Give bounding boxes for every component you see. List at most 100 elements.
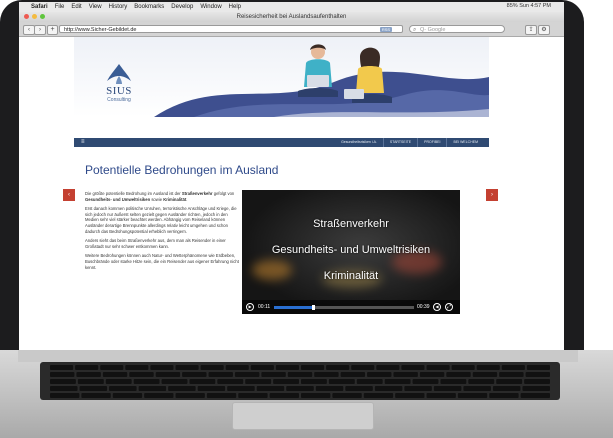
rss-badge[interactable]: RSS xyxy=(380,27,392,32)
keyboard-key xyxy=(356,379,383,384)
keyboard-key xyxy=(50,379,76,384)
keyboard-key xyxy=(345,386,373,391)
paragraph-intro: Die größte potentielle Bedrohung im Ausl… xyxy=(85,191,235,202)
keyboard-key xyxy=(314,372,339,377)
window-titlebar: Reisesicherheit bei Auslandsaufenthalten xyxy=(19,12,564,22)
progress-handle[interactable] xyxy=(312,305,316,310)
keyboard-key xyxy=(144,393,174,398)
video-caption-traffic: Straßenverkehr xyxy=(313,218,389,230)
zoom-window-button[interactable] xyxy=(40,14,45,19)
keyboard-key xyxy=(351,365,375,370)
web-page: SIUS Consulting ≡ Gesundheitsrisiken i.A… xyxy=(19,37,564,356)
progress-bar[interactable] xyxy=(274,305,414,310)
video-player[interactable]: Straßenverkehr Gesundheits- und Umweltri… xyxy=(242,190,460,314)
keyboard-key xyxy=(301,365,325,370)
keyboard-key xyxy=(50,365,74,370)
menu-help[interactable]: Help xyxy=(229,4,241,10)
progress-fill xyxy=(274,306,314,309)
keyboard-key xyxy=(451,365,475,370)
paragraph-politics: Erst danach kommen politische Unruhen, t… xyxy=(85,206,237,234)
keyboard-key xyxy=(182,372,207,377)
keyboard-key xyxy=(206,393,237,398)
address-bar[interactable]: http://www.Sicher-Gebildet.de RSS xyxy=(59,25,403,33)
keyboard-key xyxy=(133,379,160,384)
keyboard-key xyxy=(326,365,350,370)
keyboard-key xyxy=(404,386,432,391)
forward-button[interactable]: › xyxy=(34,25,46,35)
browser-toolbar: ‹ › + http://www.Sicher-Gebildet.de RSS … xyxy=(19,22,564,37)
search-icon: ⌕ xyxy=(413,27,417,33)
keyboard-key xyxy=(401,365,425,370)
keyboard-key xyxy=(155,372,181,377)
keyboard-key xyxy=(412,379,439,384)
add-bookmark-button[interactable]: + xyxy=(47,25,58,35)
paragraph-traffic: Anders sieht das beim Straßenverkehr aus… xyxy=(85,238,226,249)
trackpad xyxy=(232,402,374,430)
keyboard-key xyxy=(426,365,450,370)
settings-button[interactable]: ⚙ xyxy=(538,25,550,35)
keyboard-key xyxy=(384,379,411,384)
video-caption-crime: Kriminalität xyxy=(323,270,379,282)
fullscreen-icon[interactable]: ⤢ xyxy=(445,303,453,311)
keyboard-key xyxy=(489,393,519,398)
keyboard-key xyxy=(238,393,268,398)
share-button[interactable]: ⇪ xyxy=(525,25,537,35)
menu-view[interactable]: View xyxy=(89,4,102,10)
nav-item-gesundheitsrisiken[interactable]: Gesundheitsrisiken i.A. xyxy=(335,138,383,147)
menu-safari[interactable]: Safari xyxy=(31,4,48,10)
keyboard-key xyxy=(79,386,108,391)
sius-logo[interactable]: SIUS Consulting xyxy=(94,63,144,103)
keyboard-key xyxy=(109,386,137,391)
current-time: 00:11 xyxy=(258,304,271,310)
keyboard-key xyxy=(393,372,418,377)
search-field[interactable]: ⌕ Q- Google xyxy=(409,25,505,33)
keyboard-key xyxy=(472,372,498,377)
article-text: Die größte potentielle Bedrohung im Ausl… xyxy=(85,191,241,274)
keyboard-key xyxy=(340,372,366,377)
nav-item-bei-welchem[interactable]: BEI WELCHEM xyxy=(446,138,484,147)
menu-bookmarks[interactable]: Bookmarks xyxy=(134,4,164,10)
keyboard-key xyxy=(286,386,314,391)
keyboard-key xyxy=(75,365,99,370)
menu-history[interactable]: History xyxy=(109,4,128,10)
people-illustration xyxy=(298,44,392,103)
volume-icon[interactable]: ◀ xyxy=(433,303,441,311)
close-window-button[interactable] xyxy=(24,14,29,19)
keyboard-key xyxy=(175,393,205,398)
logo-mark-icon xyxy=(107,64,131,84)
keyboard-key xyxy=(446,372,471,377)
keyboard-key xyxy=(50,386,78,391)
keyboard-key xyxy=(245,379,272,384)
url-text: http://www.Sicher-Gebildet.de xyxy=(64,27,137,33)
menu-icon[interactable]: ≡ xyxy=(81,139,85,145)
keyboard-key xyxy=(468,379,495,384)
hero-banner: SIUS Consulting xyxy=(74,37,489,117)
menu-develop[interactable]: Develop xyxy=(171,4,193,10)
keyboard-key xyxy=(125,365,149,370)
keyboard-key xyxy=(273,379,299,384)
keyboard-key xyxy=(492,386,521,391)
keyboard-key xyxy=(419,372,445,377)
menu-edit[interactable]: Edit xyxy=(71,4,81,10)
play-icon[interactable]: ▶ xyxy=(246,303,254,311)
keyboard-key xyxy=(256,386,285,391)
prev-slide-button[interactable]: ‹ xyxy=(63,189,75,201)
keyboard-key xyxy=(501,365,525,370)
keyboard-key xyxy=(395,393,425,398)
next-slide-button[interactable]: › xyxy=(486,189,498,201)
keyboard-key xyxy=(227,386,255,391)
nav-links: Gesundheitsrisiken i.A. STARTSEITE PROFI… xyxy=(335,138,484,147)
keyboard-key xyxy=(520,393,550,398)
search-placeholder: Q- Google xyxy=(420,27,446,33)
keyboard-key xyxy=(301,379,327,384)
nav-item-startseite[interactable]: STARTSEITE xyxy=(382,138,417,147)
keyboard-key xyxy=(150,365,174,370)
menu-window[interactable]: Window xyxy=(200,4,221,10)
keyboard-key xyxy=(112,393,143,398)
minimize-window-button[interactable] xyxy=(32,14,37,19)
keyboard-key xyxy=(499,372,524,377)
nav-item-profibei[interactable]: PROFIBEI xyxy=(417,138,446,147)
status-clock: 85% Sun 4:57 PM xyxy=(506,3,551,9)
menu-file[interactable]: File xyxy=(55,4,65,10)
keyboard-key xyxy=(261,372,286,377)
